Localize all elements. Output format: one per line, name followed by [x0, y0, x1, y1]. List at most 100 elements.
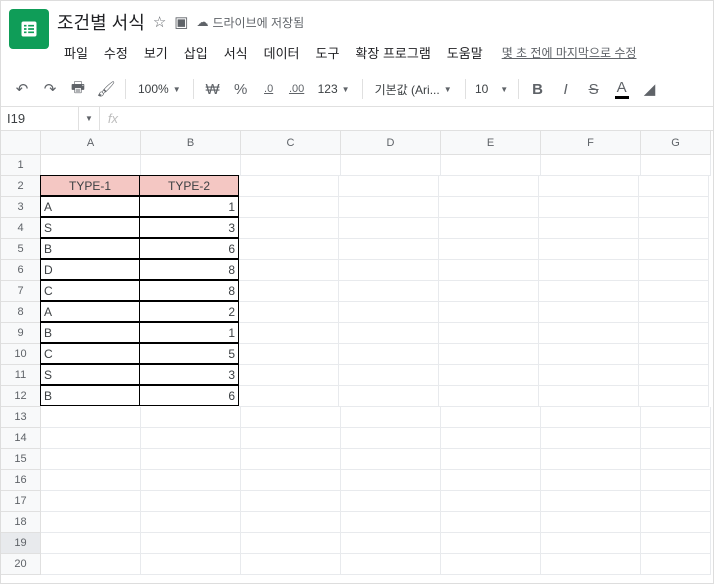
cell[interactable]: [339, 260, 439, 281]
cell[interactable]: [639, 218, 709, 239]
cell[interactable]: [639, 176, 709, 197]
column-header[interactable]: G: [641, 131, 711, 155]
cell[interactable]: [41, 407, 141, 428]
cell[interactable]: D: [40, 259, 140, 280]
cell[interactable]: [239, 239, 339, 260]
cell[interactable]: [539, 365, 639, 386]
cell[interactable]: [339, 386, 439, 407]
cell[interactable]: [239, 260, 339, 281]
cell[interactable]: [341, 155, 441, 176]
row-header[interactable]: 11: [1, 365, 41, 386]
cell[interactable]: [541, 470, 641, 491]
cell[interactable]: [341, 554, 441, 575]
cell[interactable]: [141, 470, 241, 491]
cell[interactable]: [641, 533, 711, 554]
cell[interactable]: [41, 155, 141, 176]
cell[interactable]: [641, 407, 711, 428]
cell[interactable]: [539, 239, 639, 260]
cell[interactable]: [341, 428, 441, 449]
row-header[interactable]: 19: [1, 533, 41, 554]
cell[interactable]: [539, 281, 639, 302]
cell[interactable]: C: [40, 343, 140, 364]
cell[interactable]: [141, 428, 241, 449]
menu-data[interactable]: 데이터: [257, 39, 307, 66]
cell[interactable]: [441, 428, 541, 449]
cell[interactable]: [141, 407, 241, 428]
cell[interactable]: C: [40, 280, 140, 301]
cell[interactable]: [439, 365, 539, 386]
cell[interactable]: B: [40, 385, 140, 406]
bold-button[interactable]: B: [525, 76, 551, 102]
cell[interactable]: [539, 386, 639, 407]
decrease-decimal-button[interactable]: .0: [256, 76, 282, 102]
row-header[interactable]: 14: [1, 428, 41, 449]
column-header[interactable]: F: [541, 131, 641, 155]
cell[interactable]: [539, 302, 639, 323]
strikethrough-button[interactable]: S: [581, 76, 607, 102]
cell[interactable]: TYPE-1: [40, 175, 140, 196]
cell[interactable]: B: [40, 322, 140, 343]
column-header[interactable]: C: [241, 131, 341, 155]
cell[interactable]: [441, 512, 541, 533]
font-dropdown[interactable]: 기본값 (Ari...▼: [369, 76, 459, 102]
cell[interactable]: [639, 323, 709, 344]
cell[interactable]: [539, 218, 639, 239]
cell[interactable]: [141, 512, 241, 533]
cell[interactable]: [239, 218, 339, 239]
cell[interactable]: [441, 533, 541, 554]
format-currency-button[interactable]: ₩: [200, 76, 226, 102]
undo-button[interactable]: ↶: [9, 76, 35, 102]
cell[interactable]: [439, 197, 539, 218]
cell[interactable]: [441, 554, 541, 575]
cell[interactable]: [541, 491, 641, 512]
cell[interactable]: [639, 302, 709, 323]
cell[interactable]: A: [40, 196, 140, 217]
cell[interactable]: [439, 302, 539, 323]
print-button[interactable]: 🖶: [65, 76, 91, 102]
row-header[interactable]: 8: [1, 302, 41, 323]
move-icon[interactable]: ▣: [174, 13, 188, 31]
menu-help[interactable]: 도움말: [440, 39, 490, 66]
cell[interactable]: [639, 260, 709, 281]
cell[interactable]: [639, 197, 709, 218]
cell[interactable]: [639, 386, 709, 407]
cell[interactable]: [339, 281, 439, 302]
menu-tools[interactable]: 도구: [309, 39, 347, 66]
column-header[interactable]: B: [141, 131, 241, 155]
row-header[interactable]: 16: [1, 470, 41, 491]
cell[interactable]: [441, 491, 541, 512]
cell[interactable]: [241, 155, 341, 176]
row-header[interactable]: 10: [1, 344, 41, 365]
cell[interactable]: [439, 260, 539, 281]
cell[interactable]: [339, 197, 439, 218]
cell[interactable]: [339, 344, 439, 365]
cell[interactable]: [341, 512, 441, 533]
row-header[interactable]: 17: [1, 491, 41, 512]
cell[interactable]: S: [40, 364, 140, 385]
cell[interactable]: [239, 281, 339, 302]
redo-button[interactable]: ↷: [37, 76, 63, 102]
cell[interactable]: 3: [139, 217, 239, 238]
row-header[interactable]: 12: [1, 386, 41, 407]
cell[interactable]: [141, 533, 241, 554]
cell[interactable]: [239, 386, 339, 407]
zoom-dropdown[interactable]: 100%▼: [132, 76, 187, 102]
cell[interactable]: [541, 533, 641, 554]
row-header[interactable]: 6: [1, 260, 41, 281]
row-header[interactable]: 2: [1, 176, 41, 197]
document-title[interactable]: 조건별 서식: [57, 9, 145, 35]
cell[interactable]: [341, 470, 441, 491]
row-header[interactable]: 5: [1, 239, 41, 260]
cell[interactable]: [541, 554, 641, 575]
cell[interactable]: [641, 470, 711, 491]
cell[interactable]: [341, 449, 441, 470]
cell[interactable]: 6: [139, 238, 239, 259]
cell[interactable]: [641, 449, 711, 470]
cell[interactable]: [439, 176, 539, 197]
cell[interactable]: [141, 554, 241, 575]
cell[interactable]: [41, 428, 141, 449]
cell[interactable]: [539, 197, 639, 218]
cell[interactable]: [441, 407, 541, 428]
cell[interactable]: [241, 512, 341, 533]
cell[interactable]: 6: [139, 385, 239, 406]
